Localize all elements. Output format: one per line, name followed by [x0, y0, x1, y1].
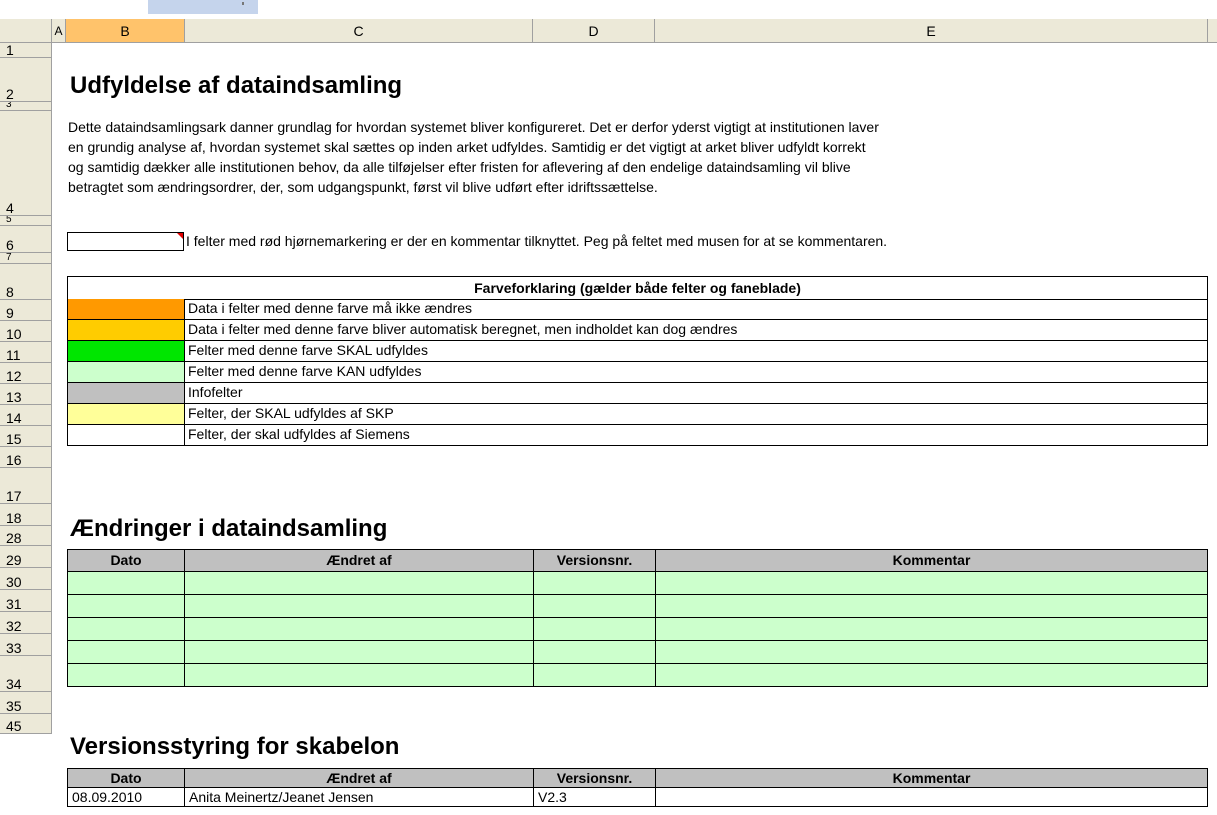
row-header-28[interactable]: 28 — [0, 526, 52, 546]
changes-cell-date[interactable] — [67, 571, 185, 595]
column-header-overflow — [1208, 19, 1217, 43]
changes-title: Ændringer i dataindsamling — [70, 515, 388, 542]
legend-swatch — [67, 362, 185, 383]
row-header-30[interactable]: 30 — [0, 568, 52, 590]
changes-cell-changed-by[interactable] — [184, 640, 534, 664]
intro-line: betragtet som ændringsordrer, der, som u… — [68, 179, 658, 195]
legend-swatch — [67, 320, 185, 341]
changes-cell-date[interactable] — [67, 617, 185, 641]
legend-label: Felter med denne farve KAN udfyldes — [185, 362, 1208, 383]
changes-cell-comment[interactable] — [655, 617, 1208, 641]
version-cell-changed-by[interactable]: Anita Meinertz/Jeanet Jensen — [184, 787, 534, 807]
legend-swatch — [67, 383, 185, 404]
changes-cell-version[interactable] — [533, 617, 656, 641]
legend-label: Data i felter med denne farve må ikke æn… — [185, 299, 1208, 320]
row-header-5[interactable]: 5 — [0, 216, 52, 226]
row-header-13[interactable]: 13 — [0, 384, 52, 405]
legend-swatch — [67, 404, 185, 425]
changes-header-comment: Kommentar — [655, 549, 1208, 572]
row-header-35[interactable]: 35 — [0, 692, 52, 714]
version-cell-date[interactable]: 08.09.2010 — [67, 787, 185, 807]
row-header-10[interactable]: 10 — [0, 321, 52, 342]
row-header-6[interactable]: 6 — [0, 226, 52, 253]
row-header-34[interactable]: 34 — [0, 656, 52, 692]
legend-label: Felter med denne farve SKAL udfyldes — [185, 341, 1208, 362]
row-header-2[interactable]: 2 — [0, 58, 52, 102]
changes-cell-version[interactable] — [533, 663, 656, 687]
row-header-8[interactable]: 8 — [0, 264, 52, 300]
versions-header-date: Dato — [67, 768, 185, 788]
select-all-corner[interactable] — [0, 19, 52, 43]
row-header-29[interactable]: 29 — [0, 546, 52, 568]
changes-cell-date[interactable] — [67, 594, 185, 618]
changes-cell-changed-by[interactable] — [184, 571, 534, 595]
changes-cell-version[interactable] — [533, 594, 656, 618]
changes-cell-comment[interactable] — [655, 571, 1208, 595]
legend-swatch — [67, 299, 185, 320]
changes-cell-comment[interactable] — [655, 663, 1208, 687]
changes-cell-version[interactable] — [533, 640, 656, 664]
row-header-45[interactable]: 45 — [0, 714, 52, 734]
version-cell-version[interactable]: V2.3 — [533, 787, 656, 807]
row-header-16[interactable]: 16 — [0, 447, 52, 468]
column-header-d[interactable]: D — [533, 19, 655, 43]
versions-title: Versionsstyring for skabelon — [70, 733, 400, 760]
row-header-14[interactable]: 14 — [0, 405, 52, 426]
legend-label: Data i felter med denne farve bliver aut… — [185, 320, 1208, 341]
changes-cell-changed-by[interactable] — [184, 594, 534, 618]
legend-title: Farveforklaring (gælder både felter og f… — [67, 276, 1208, 300]
legend-swatch — [67, 425, 185, 446]
row-header-1[interactable]: 1 — [0, 43, 52, 58]
changes-cell-changed-by[interactable] — [184, 663, 534, 687]
changes-cell-changed-by[interactable] — [184, 617, 534, 641]
row-header-11[interactable]: 11 — [0, 342, 52, 363]
changes-cell-date[interactable] — [67, 640, 185, 664]
comment-sample-cell[interactable] — [67, 232, 184, 251]
row-header-32[interactable]: 32 — [0, 612, 52, 634]
legend-label: Felter, der skal udfyldes af Siemens — [185, 425, 1208, 446]
changes-header-date: Dato — [67, 549, 185, 572]
row-header-33[interactable]: 33 — [0, 634, 52, 656]
column-header-c[interactable]: C — [185, 19, 533, 43]
intro-paragraph: Dette dataindsamlingsark danner grundlag… — [68, 117, 1208, 197]
column-header-b[interactable]: B — [66, 19, 185, 43]
row-header-15[interactable]: 15 — [0, 426, 52, 447]
version-cell-comment[interactable] — [655, 787, 1208, 807]
row-header-4[interactable]: 4 — [0, 111, 52, 216]
legend-label: Infofelter — [185, 383, 1208, 404]
comment-note: I felter med rød hjørnemarkering er der … — [186, 233, 888, 249]
changes-cell-comment[interactable] — [655, 640, 1208, 664]
row-header-12[interactable]: 12 — [0, 363, 52, 384]
row-header-3[interactable]: 3 — [0, 102, 52, 111]
row-header-17[interactable]: 17 — [0, 468, 52, 504]
changes-cell-version[interactable] — [533, 571, 656, 595]
tick-mark — [242, 2, 244, 5]
row-header-18[interactable]: 18 — [0, 504, 52, 526]
comment-indicator-icon — [177, 233, 183, 239]
versions-header-changed-by: Ændret af — [184, 768, 534, 788]
changes-cell-comment[interactable] — [655, 594, 1208, 618]
changes-header-version: Versionsnr. — [533, 549, 656, 572]
changes-header-changed-by: Ændret af — [184, 549, 534, 572]
versions-header-version: Versionsnr. — [533, 768, 656, 788]
intro-line: en grundig analyse af, hvordan systemet … — [68, 139, 866, 155]
legend-label: Felter, der SKAL udfyldes af SKP — [185, 404, 1208, 425]
column-header-e[interactable]: E — [655, 19, 1208, 43]
changes-cell-date[interactable] — [67, 663, 185, 687]
row-header-7[interactable]: 7 — [0, 253, 52, 264]
intro-line: Dette dataindsamlingsark danner grundlag… — [68, 119, 879, 135]
row-header-31[interactable]: 31 — [0, 590, 52, 612]
column-header-a[interactable]: A — [52, 19, 66, 43]
page-title: Udfyldelse af dataindsamling — [70, 72, 403, 99]
row-header-9[interactable]: 9 — [0, 300, 52, 321]
legend-swatch — [67, 341, 185, 362]
intro-line: og samtidig dækker alle institutionen be… — [68, 159, 851, 175]
versions-header-comment: Kommentar — [655, 768, 1208, 788]
